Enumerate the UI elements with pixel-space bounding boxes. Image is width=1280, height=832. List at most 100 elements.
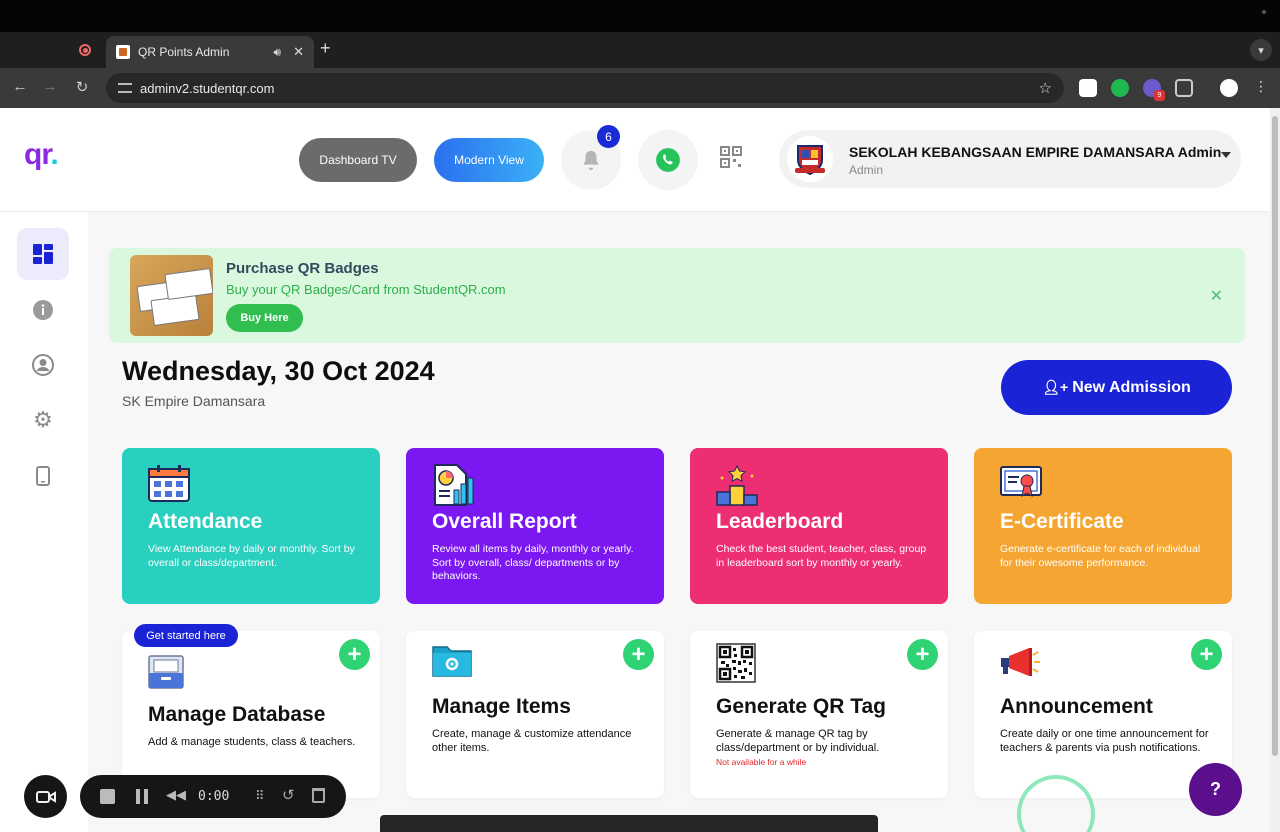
promo-banner: Purchase QR Badges Buy your QR Badges/Ca… [109, 248, 1245, 343]
extensions-puzzle-icon[interactable] [1175, 79, 1193, 97]
card-description: Add & manage students, class & teachers. [148, 736, 356, 748]
help-button[interactable]: ? [1189, 763, 1242, 816]
leaderboard-card[interactable]: Leaderboard Check the best student, teac… [690, 448, 948, 604]
card-title: E-Certificate [1000, 510, 1124, 533]
card-title: Announcement [1000, 695, 1153, 718]
scrollbar-thumb[interactable] [1272, 116, 1278, 756]
card-description: Check the best student, teacher, class, … [716, 543, 927, 569]
generate-qr-tag-card[interactable]: + Generate QR Tag Generate & manage QR t… [690, 631, 948, 798]
gear-icon: ⚙ [33, 407, 53, 432]
bottom-overlay-bar [380, 815, 878, 832]
availability-note: Not available for a while [716, 757, 807, 767]
whatsapp-button[interactable] [638, 130, 698, 190]
favicon-icon [116, 45, 130, 59]
extension-plus-icon[interactable] [1111, 79, 1129, 97]
qr-scan-icon[interactable] [720, 146, 742, 168]
card-description: Generate e-certificate for each of indiv… [1000, 543, 1201, 569]
stop-icon[interactable] [100, 789, 115, 804]
browser-tab-bar: QR Points Admin 🔊︎ ✕ + ▾ [0, 32, 1280, 68]
megaphone-icon [1000, 647, 1040, 687]
forward-arrow-icon[interactable]: → [40, 78, 60, 95]
trash-icon[interactable] [312, 788, 325, 803]
site-settings-icon[interactable] [118, 83, 132, 93]
card-title: Generate QR Tag [716, 695, 886, 718]
back-arrow-icon[interactable]: ← [10, 78, 30, 95]
card-description: Generate & manage QR tag by class/depart… [716, 728, 880, 754]
reload-icon[interactable]: ↻ [72, 78, 92, 96]
user-role: Admin [849, 163, 884, 177]
recorder-camera-button[interactable] [24, 775, 67, 818]
folder-settings-icon [432, 643, 472, 683]
get-started-badge[interactable]: Get started here [134, 624, 238, 647]
attendance-card[interactable]: Attendance View Attendance by daily or m… [122, 448, 380, 604]
new-admission-label: New Admission [1072, 378, 1191, 396]
browser-tab[interactable]: QR Points Admin 🔊︎ ✕ [106, 36, 314, 68]
bookmark-star-icon[interactable]: ☆ [1039, 79, 1052, 97]
extension-badge-count: 9 [1154, 90, 1165, 101]
bell-icon [583, 150, 599, 171]
manage-database-card[interactable]: + Manage Database Add & manage students,… [122, 631, 380, 798]
speaker-icon[interactable]: 🔊︎ [274, 45, 282, 60]
video-camera-icon [35, 790, 56, 803]
modern-view-button[interactable]: Modern View [434, 138, 544, 182]
sidebar-item-mobile[interactable] [17, 450, 69, 502]
qr-code-icon [716, 643, 756, 683]
tab-close-button[interactable]: ✕ [293, 44, 304, 60]
recording-timer: 0:00 [198, 789, 230, 804]
card-title: Attendance [148, 510, 263, 533]
card-description: Create daily or one time announcement fo… [1000, 728, 1209, 754]
recording-indicator-icon [79, 44, 91, 56]
tab-title: QR Points Admin [138, 45, 230, 59]
add-plus-button[interactable]: + [339, 639, 370, 670]
info-icon [33, 300, 53, 320]
podium-icon [716, 464, 758, 506]
recorder-controls: ◀◀ 0:00 ⠿ ↺ [80, 775, 346, 818]
add-plus-button[interactable]: + [907, 639, 938, 670]
buy-here-button[interactable]: Buy Here [226, 304, 303, 332]
pause-icon[interactable] [136, 789, 148, 804]
rewind-icon[interactable]: ◀◀ [166, 787, 186, 803]
sidebar-item-profile[interactable] [17, 339, 69, 391]
manage-items-card[interactable]: + Manage Items Create, manage & customiz… [406, 631, 664, 798]
extension-badge-icon[interactable]: 9 [1143, 79, 1165, 101]
notification-count-badge: 6 [597, 125, 620, 148]
sidebar-item-info[interactable] [17, 284, 69, 336]
school-account-menu[interactable]: SEKOLAH KEBANGSAAN EMPIRE DAMANSARA Admi… [779, 130, 1241, 188]
school-subtitle: SK Empire Damansara [122, 393, 266, 409]
restart-icon[interactable]: ↺ [282, 786, 295, 804]
card-description: View Attendance by daily or monthly. Sor… [148, 543, 355, 569]
extension-qr-icon[interactable] [1079, 79, 1097, 97]
url-text: adminv2.studentqr.com [140, 80, 275, 96]
tab-search-chevron-icon[interactable]: ▾ [1250, 39, 1272, 61]
mobile-phone-icon [36, 466, 50, 486]
sidebar-item-dashboard[interactable] [17, 228, 69, 280]
new-admission-button[interactable]: 👤︎+ New Admission [1001, 360, 1232, 415]
user-circle-icon [32, 354, 54, 376]
school-name: SEKOLAH KEBANGSAAN EMPIRE DAMANSARA Admi… [849, 144, 1222, 160]
card-title: Leaderboard [716, 510, 844, 533]
address-bar[interactable]: adminv2.studentqr.com ☆ [106, 73, 1064, 103]
qr-badge-product-image [130, 255, 213, 336]
whatsapp-icon [656, 148, 680, 172]
qr-logo[interactable]: qr. [24, 138, 59, 172]
add-plus-button[interactable]: + [1191, 639, 1222, 670]
e-certificate-card[interactable]: E-Certificate Generate e-certificate for… [974, 448, 1232, 604]
new-tab-button[interactable]: + [320, 38, 331, 59]
profile-avatar-icon[interactable] [1220, 79, 1238, 97]
browser-menu-icon[interactable]: ⋮ [1254, 78, 1268, 95]
browser-toolbar: ← → ↻ adminv2.studentqr.com ☆ 9 ⋮ [0, 68, 1280, 108]
card-description: Review all items by daily, monthly or ye… [432, 543, 634, 582]
promo-subtitle: Buy your QR Badges/Card from StudentQR.c… [226, 282, 506, 297]
grid-dots-icon[interactable]: ⠿ [255, 788, 265, 804]
close-icon[interactable]: ✕ [1210, 286, 1223, 306]
overall-report-card[interactable]: Overall Report Review all items by daily… [406, 448, 664, 604]
certificate-icon [1000, 464, 1042, 504]
card-title: Overall Report [432, 510, 577, 533]
chevron-down-icon[interactable] [1221, 152, 1231, 158]
promo-title: Purchase QR Badges [226, 260, 379, 277]
card-description: Create, manage & customize attendance ot… [432, 728, 632, 754]
sidebar-item-settings[interactable]: ⚙ [17, 394, 69, 446]
add-plus-button[interactable]: + [623, 639, 654, 670]
dashboard-tv-button[interactable]: Dashboard TV [299, 138, 417, 182]
page-scrollbar[interactable] [1270, 108, 1280, 832]
